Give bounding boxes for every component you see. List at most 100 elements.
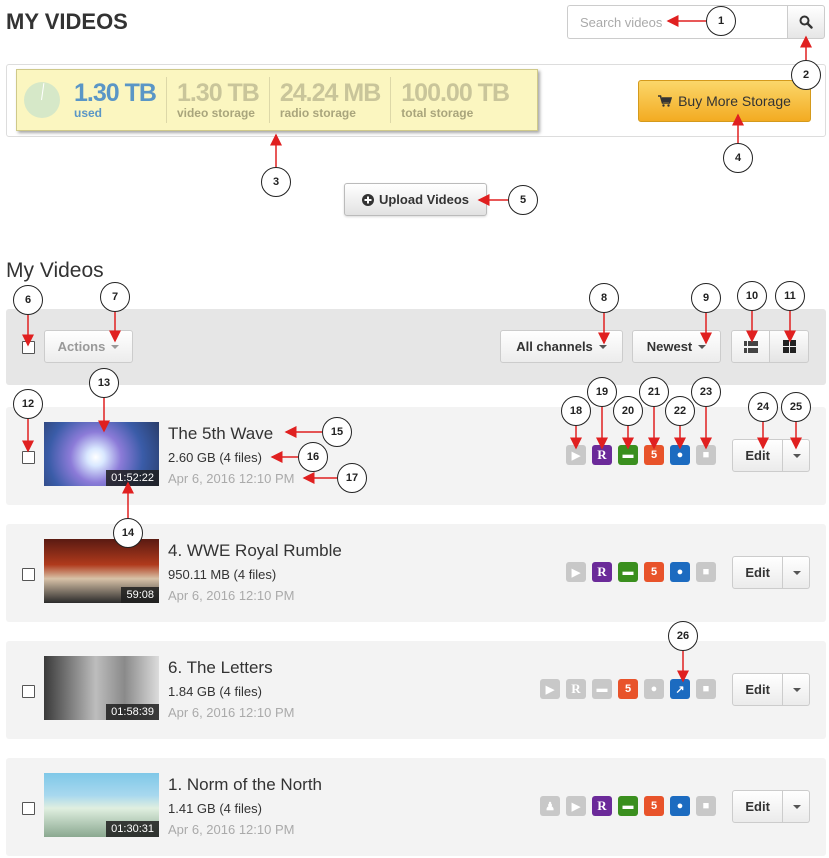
- storage-panel: 1.30 TB used 1.30 TB video storage 24.24…: [6, 64, 826, 137]
- html5-icon[interactable]: 5: [644, 562, 664, 582]
- youtube-icon[interactable]: ▶: [566, 796, 586, 816]
- stat-total-storage: 100.00 TB total storage: [390, 77, 519, 123]
- youtube-icon[interactable]: ▶: [566, 562, 586, 582]
- video-thumbnail[interactable]: 01:30:31: [44, 773, 159, 837]
- channels-dropdown[interactable]: All channels: [500, 330, 623, 363]
- stat-video-storage: 1.30 TB video storage: [165, 77, 269, 123]
- android-tv-icon[interactable]: ▬: [618, 796, 638, 816]
- grid-view-button[interactable]: [769, 330, 809, 363]
- callout-20: 20: [613, 396, 643, 426]
- callout-12: 12: [13, 389, 43, 419]
- web-icon[interactable]: ●: [670, 796, 690, 816]
- stat-label: used: [74, 106, 103, 120]
- edit-dropdown-toggle[interactable]: [783, 556, 810, 589]
- search-input[interactable]: [567, 5, 787, 39]
- callout-19: 19: [587, 377, 617, 407]
- roku-icon[interactable]: R: [592, 562, 612, 582]
- web-icon[interactable]: ●: [644, 679, 664, 699]
- video-checkbox[interactable]: [22, 568, 35, 581]
- select-all-checkbox[interactable]: [22, 341, 35, 354]
- video-checkbox[interactable]: [22, 802, 35, 815]
- lock-icon[interactable]: ■: [696, 562, 716, 582]
- html5-icon[interactable]: 5: [644, 796, 664, 816]
- roku-icon[interactable]: R: [592, 796, 612, 816]
- list-view-icon: [743, 340, 758, 353]
- roku-icon[interactable]: R: [592, 445, 612, 465]
- edit-button[interactable]: Edit: [732, 556, 784, 589]
- section-title: My Videos: [6, 259, 104, 282]
- upload-videos-button[interactable]: Upload Videos: [344, 183, 487, 216]
- video-size-value: 1.41 GB: [168, 801, 216, 816]
- caret-down-icon: [793, 453, 802, 458]
- search-button[interactable]: [787, 5, 825, 39]
- video-size-value: 1.84 GB: [168, 684, 216, 699]
- web-icon[interactable]: ●: [670, 445, 690, 465]
- lock-icon[interactable]: ■: [696, 796, 716, 816]
- callout-4: 4: [723, 143, 753, 173]
- external-link-icon[interactable]: ↗: [670, 679, 690, 699]
- callout-16: 16: [298, 442, 328, 472]
- edit-button[interactable]: Edit: [732, 790, 784, 823]
- buy-more-storage-button[interactable]: Buy More Storage: [638, 80, 811, 122]
- youtube-icon[interactable]: ▶: [540, 679, 560, 699]
- roku-letter: R: [597, 447, 607, 462]
- video-thumbnail[interactable]: 01:52:22: [44, 422, 159, 486]
- sort-label: Newest: [646, 339, 693, 354]
- video-duration: 01:52:22: [106, 470, 159, 486]
- sort-dropdown[interactable]: Newest: [632, 330, 721, 363]
- video-date: Apr 6, 2016 12:10 PM: [168, 588, 295, 603]
- video-thumbnail[interactable]: 01:58:39: [44, 656, 159, 720]
- video-row: 01:30:31 1. Norm of the North 1.41 GB (4…: [6, 758, 826, 856]
- video-size: 1.41 GB (4 files): [168, 801, 262, 816]
- list-toolbar: Actions All channels Newest: [6, 309, 826, 385]
- video-duration: 01:30:31: [106, 821, 159, 837]
- lock-icon[interactable]: ■: [696, 679, 716, 699]
- stat-value: 1.30 TB: [74, 79, 157, 107]
- roku-letter: R: [597, 798, 607, 813]
- callout-26: 26: [668, 621, 698, 651]
- list-view-button[interactable]: [731, 330, 770, 363]
- youtube-icon[interactable]: ▶: [566, 445, 586, 465]
- edit-dropdown-toggle[interactable]: [783, 439, 810, 472]
- edit-dropdown-toggle[interactable]: [783, 790, 810, 823]
- android-tv-icon[interactable]: ▬: [618, 562, 638, 582]
- web-icon[interactable]: ●: [670, 562, 690, 582]
- video-checkbox[interactable]: [22, 451, 35, 464]
- roku-letter: R: [571, 681, 581, 696]
- storage-summary: 1.30 TB used 1.30 TB video storage 24.24…: [16, 69, 538, 131]
- video-title[interactable]: 6. The Letters: [168, 658, 273, 678]
- video-duration: 59:08: [121, 587, 159, 603]
- video-row: 01:52:22 The 5th Wave 2.60 GB (4 files) …: [6, 407, 826, 505]
- html5-icon[interactable]: 5: [618, 679, 638, 699]
- channels-label: All channels: [516, 339, 593, 354]
- caret-down-icon: [598, 344, 607, 349]
- video-checkbox[interactable]: [22, 685, 35, 698]
- callout-13: 13: [89, 368, 119, 398]
- video-thumbnail[interactable]: 59:08: [44, 539, 159, 603]
- group-icon[interactable]: ♟: [540, 796, 560, 816]
- actions-dropdown[interactable]: Actions: [44, 330, 133, 363]
- edit-dropdown-toggle[interactable]: [783, 673, 810, 706]
- video-title[interactable]: 4. WWE Royal Rumble: [168, 541, 342, 561]
- buy-more-storage-label: Buy More Storage: [678, 93, 791, 109]
- video-size-value: 950.11 MB: [168, 567, 230, 582]
- video-size: 950.11 MB (4 files): [168, 567, 276, 582]
- callout-14: 14: [113, 518, 143, 548]
- video-row: 01:58:39 6. The Letters 1.84 GB (4 files…: [6, 641, 826, 739]
- video-file-count: (4 files): [233, 567, 277, 582]
- stat-radio-storage: 24.24 MB radio storage: [268, 77, 390, 123]
- video-file-count: (4 files): [219, 450, 262, 465]
- roku-icon[interactable]: R: [566, 679, 586, 699]
- callout-8: 8: [589, 283, 619, 313]
- video-title[interactable]: The 5th Wave: [168, 424, 273, 444]
- video-title[interactable]: 1. Norm of the North: [168, 775, 322, 795]
- edit-button[interactable]: Edit: [732, 673, 784, 706]
- android-tv-icon[interactable]: ▬: [618, 445, 638, 465]
- search-box: [567, 5, 825, 39]
- lock-icon[interactable]: ■: [696, 445, 716, 465]
- callout-9: 9: [691, 283, 721, 313]
- android-tv-icon[interactable]: ▬: [592, 679, 612, 699]
- edit-button[interactable]: Edit: [732, 439, 784, 472]
- callout-17: 17: [337, 463, 367, 493]
- html5-icon[interactable]: 5: [644, 445, 664, 465]
